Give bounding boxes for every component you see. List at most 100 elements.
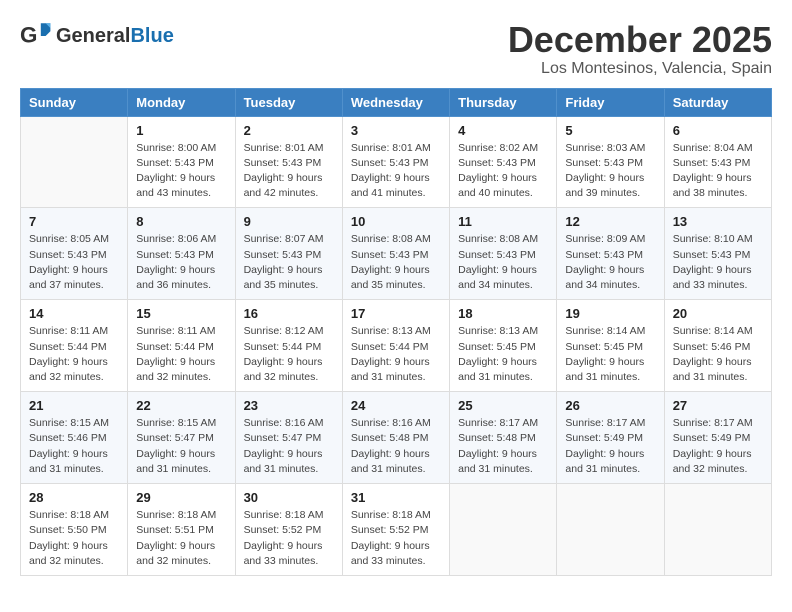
daylight-text: Daylight: 9 hours and 33 minutes. [351, 539, 441, 569]
calendar-week-row: 14 Sunrise: 8:11 AM Sunset: 5:44 PM Dayl… [21, 300, 772, 392]
day-number: 20 [673, 306, 763, 321]
sunset-text: Sunset: 5:43 PM [136, 248, 226, 263]
day-info: Sunrise: 8:01 AM Sunset: 5:43 PM Dayligh… [244, 141, 334, 202]
weekday-header: Sunday [21, 88, 128, 116]
day-info: Sunrise: 8:17 AM Sunset: 5:49 PM Dayligh… [565, 416, 655, 477]
day-info: Sunrise: 8:18 AM Sunset: 5:51 PM Dayligh… [136, 508, 226, 569]
calendar-cell: 1 Sunrise: 8:00 AM Sunset: 5:43 PM Dayli… [128, 116, 235, 208]
calendar-cell: 2 Sunrise: 8:01 AM Sunset: 5:43 PM Dayli… [235, 116, 342, 208]
calendar-cell: 4 Sunrise: 8:02 AM Sunset: 5:43 PM Dayli… [450, 116, 557, 208]
day-info: Sunrise: 8:16 AM Sunset: 5:48 PM Dayligh… [351, 416, 441, 477]
weekday-header: Friday [557, 88, 664, 116]
sunrise-text: Sunrise: 8:11 AM [29, 324, 119, 339]
day-number: 10 [351, 214, 441, 229]
day-info: Sunrise: 8:13 AM Sunset: 5:44 PM Dayligh… [351, 324, 441, 385]
sunrise-text: Sunrise: 8:11 AM [136, 324, 226, 339]
sunset-text: Sunset: 5:44 PM [351, 340, 441, 355]
calendar-cell: 13 Sunrise: 8:10 AM Sunset: 5:43 PM Dayl… [664, 208, 771, 300]
sunset-text: Sunset: 5:48 PM [351, 431, 441, 446]
sunset-text: Sunset: 5:52 PM [351, 523, 441, 538]
day-number: 8 [136, 214, 226, 229]
day-number: 24 [351, 398, 441, 413]
daylight-text: Daylight: 9 hours and 35 minutes. [244, 263, 334, 293]
sunrise-text: Sunrise: 8:13 AM [458, 324, 548, 339]
sunrise-text: Sunrise: 8:16 AM [244, 416, 334, 431]
sunrise-text: Sunrise: 8:03 AM [565, 141, 655, 156]
sunset-text: Sunset: 5:43 PM [29, 248, 119, 263]
daylight-text: Daylight: 9 hours and 36 minutes. [136, 263, 226, 293]
sunset-text: Sunset: 5:43 PM [458, 156, 548, 171]
day-number: 29 [136, 490, 226, 505]
daylight-text: Daylight: 9 hours and 31 minutes. [351, 355, 441, 385]
day-number: 11 [458, 214, 548, 229]
day-number: 18 [458, 306, 548, 321]
sunrise-text: Sunrise: 8:08 AM [458, 232, 548, 247]
calendar-cell: 22 Sunrise: 8:15 AM Sunset: 5:47 PM Dayl… [128, 392, 235, 484]
calendar-cell: 7 Sunrise: 8:05 AM Sunset: 5:43 PM Dayli… [21, 208, 128, 300]
calendar-cell: 10 Sunrise: 8:08 AM Sunset: 5:43 PM Dayl… [342, 208, 449, 300]
daylight-text: Daylight: 9 hours and 38 minutes. [673, 171, 763, 201]
day-info: Sunrise: 8:16 AM Sunset: 5:47 PM Dayligh… [244, 416, 334, 477]
sunset-text: Sunset: 5:44 PM [29, 340, 119, 355]
sunrise-text: Sunrise: 8:18 AM [244, 508, 334, 523]
sunrise-text: Sunrise: 8:08 AM [351, 232, 441, 247]
calendar-cell: 9 Sunrise: 8:07 AM Sunset: 5:43 PM Dayli… [235, 208, 342, 300]
calendar-cell: 26 Sunrise: 8:17 AM Sunset: 5:49 PM Dayl… [557, 392, 664, 484]
calendar-cell: 25 Sunrise: 8:17 AM Sunset: 5:48 PM Dayl… [450, 392, 557, 484]
sunrise-text: Sunrise: 8:16 AM [351, 416, 441, 431]
day-number: 13 [673, 214, 763, 229]
calendar-cell: 20 Sunrise: 8:14 AM Sunset: 5:46 PM Dayl… [664, 300, 771, 392]
day-number: 7 [29, 214, 119, 229]
sunset-text: Sunset: 5:43 PM [565, 248, 655, 263]
sunset-text: Sunset: 5:43 PM [351, 248, 441, 263]
sunset-text: Sunset: 5:43 PM [351, 156, 441, 171]
day-number: 26 [565, 398, 655, 413]
daylight-text: Daylight: 9 hours and 32 minutes. [136, 539, 226, 569]
sunset-text: Sunset: 5:45 PM [458, 340, 548, 355]
daylight-text: Daylight: 9 hours and 32 minutes. [29, 355, 119, 385]
sunrise-text: Sunrise: 8:05 AM [29, 232, 119, 247]
sunrise-text: Sunrise: 8:10 AM [673, 232, 763, 247]
day-number: 9 [244, 214, 334, 229]
calendar-cell: 8 Sunrise: 8:06 AM Sunset: 5:43 PM Dayli… [128, 208, 235, 300]
calendar-cell: 11 Sunrise: 8:08 AM Sunset: 5:43 PM Dayl… [450, 208, 557, 300]
day-number: 3 [351, 123, 441, 138]
calendar-cell [21, 116, 128, 208]
day-info: Sunrise: 8:00 AM Sunset: 5:43 PM Dayligh… [136, 141, 226, 202]
daylight-text: Daylight: 9 hours and 31 minutes. [673, 355, 763, 385]
sunrise-text: Sunrise: 8:17 AM [565, 416, 655, 431]
calendar-cell: 23 Sunrise: 8:16 AM Sunset: 5:47 PM Dayl… [235, 392, 342, 484]
daylight-text: Daylight: 9 hours and 39 minutes. [565, 171, 655, 201]
sunset-text: Sunset: 5:43 PM [244, 248, 334, 263]
day-number: 5 [565, 123, 655, 138]
daylight-text: Daylight: 9 hours and 31 minutes. [565, 447, 655, 477]
calendar-cell: 15 Sunrise: 8:11 AM Sunset: 5:44 PM Dayl… [128, 300, 235, 392]
daylight-text: Daylight: 9 hours and 43 minutes. [136, 171, 226, 201]
sunrise-text: Sunrise: 8:00 AM [136, 141, 226, 156]
daylight-text: Daylight: 9 hours and 41 minutes. [351, 171, 441, 201]
calendar-cell: 6 Sunrise: 8:04 AM Sunset: 5:43 PM Dayli… [664, 116, 771, 208]
weekday-header: Monday [128, 88, 235, 116]
day-info: Sunrise: 8:17 AM Sunset: 5:49 PM Dayligh… [673, 416, 763, 477]
sunrise-text: Sunrise: 8:04 AM [673, 141, 763, 156]
daylight-text: Daylight: 9 hours and 42 minutes. [244, 171, 334, 201]
title-section: December 2025 Los Montesinos, Valencia, … [508, 20, 772, 78]
calendar-cell: 27 Sunrise: 8:17 AM Sunset: 5:49 PM Dayl… [664, 392, 771, 484]
day-number: 25 [458, 398, 548, 413]
weekday-header: Wednesday [342, 88, 449, 116]
daylight-text: Daylight: 9 hours and 31 minutes. [458, 355, 548, 385]
sunrise-text: Sunrise: 8:07 AM [244, 232, 334, 247]
daylight-text: Daylight: 9 hours and 37 minutes. [29, 263, 119, 293]
sunrise-text: Sunrise: 8:12 AM [244, 324, 334, 339]
sunset-text: Sunset: 5:47 PM [244, 431, 334, 446]
day-info: Sunrise: 8:11 AM Sunset: 5:44 PM Dayligh… [136, 324, 226, 385]
day-info: Sunrise: 8:03 AM Sunset: 5:43 PM Dayligh… [565, 141, 655, 202]
day-info: Sunrise: 8:15 AM Sunset: 5:47 PM Dayligh… [136, 416, 226, 477]
day-info: Sunrise: 8:06 AM Sunset: 5:43 PM Dayligh… [136, 232, 226, 293]
day-info: Sunrise: 8:17 AM Sunset: 5:48 PM Dayligh… [458, 416, 548, 477]
calendar-week-row: 1 Sunrise: 8:00 AM Sunset: 5:43 PM Dayli… [21, 116, 772, 208]
month-title: December 2025 [508, 20, 772, 60]
sunset-text: Sunset: 5:43 PM [565, 156, 655, 171]
calendar-cell: 16 Sunrise: 8:12 AM Sunset: 5:44 PM Dayl… [235, 300, 342, 392]
logo-general: General [56, 25, 130, 47]
